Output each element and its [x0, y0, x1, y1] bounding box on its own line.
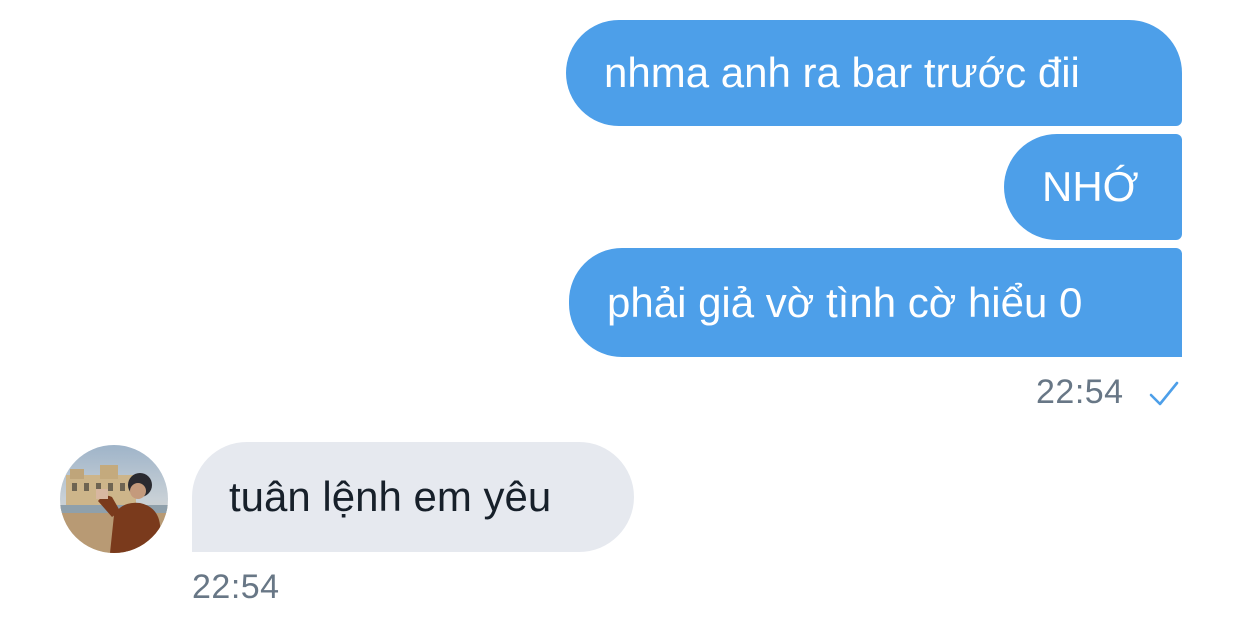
avatar[interactable] [60, 445, 168, 553]
outgoing-message-bubble[interactable]: phải giả vờ tình cờ hiểu 0 [569, 248, 1182, 357]
outgoing-timestamp: 22:54 [1036, 373, 1124, 411]
incoming-timestamp: 22:54 [192, 568, 280, 606]
incoming-message-bubble[interactable]: tuân lệnh em yêu [192, 442, 634, 552]
message-text: tuân lệnh em yêu [229, 473, 552, 520]
message-text: nhma anh ra bar trước đii [604, 49, 1080, 96]
outgoing-message-bubble[interactable]: NHỚ [1004, 134, 1182, 240]
check-icon [1149, 381, 1179, 406]
outgoing-message-bubble[interactable]: nhma anh ra bar trước đii [566, 20, 1182, 126]
message-text: phải giả vờ tình cờ hiểu 0 [607, 278, 1083, 326]
message-text: NHỚ [1042, 163, 1139, 210]
avatar-photo [60, 445, 168, 553]
conversation-view: nhma anh ra bar trước đii NHỚ phải giả v… [0, 0, 1242, 628]
